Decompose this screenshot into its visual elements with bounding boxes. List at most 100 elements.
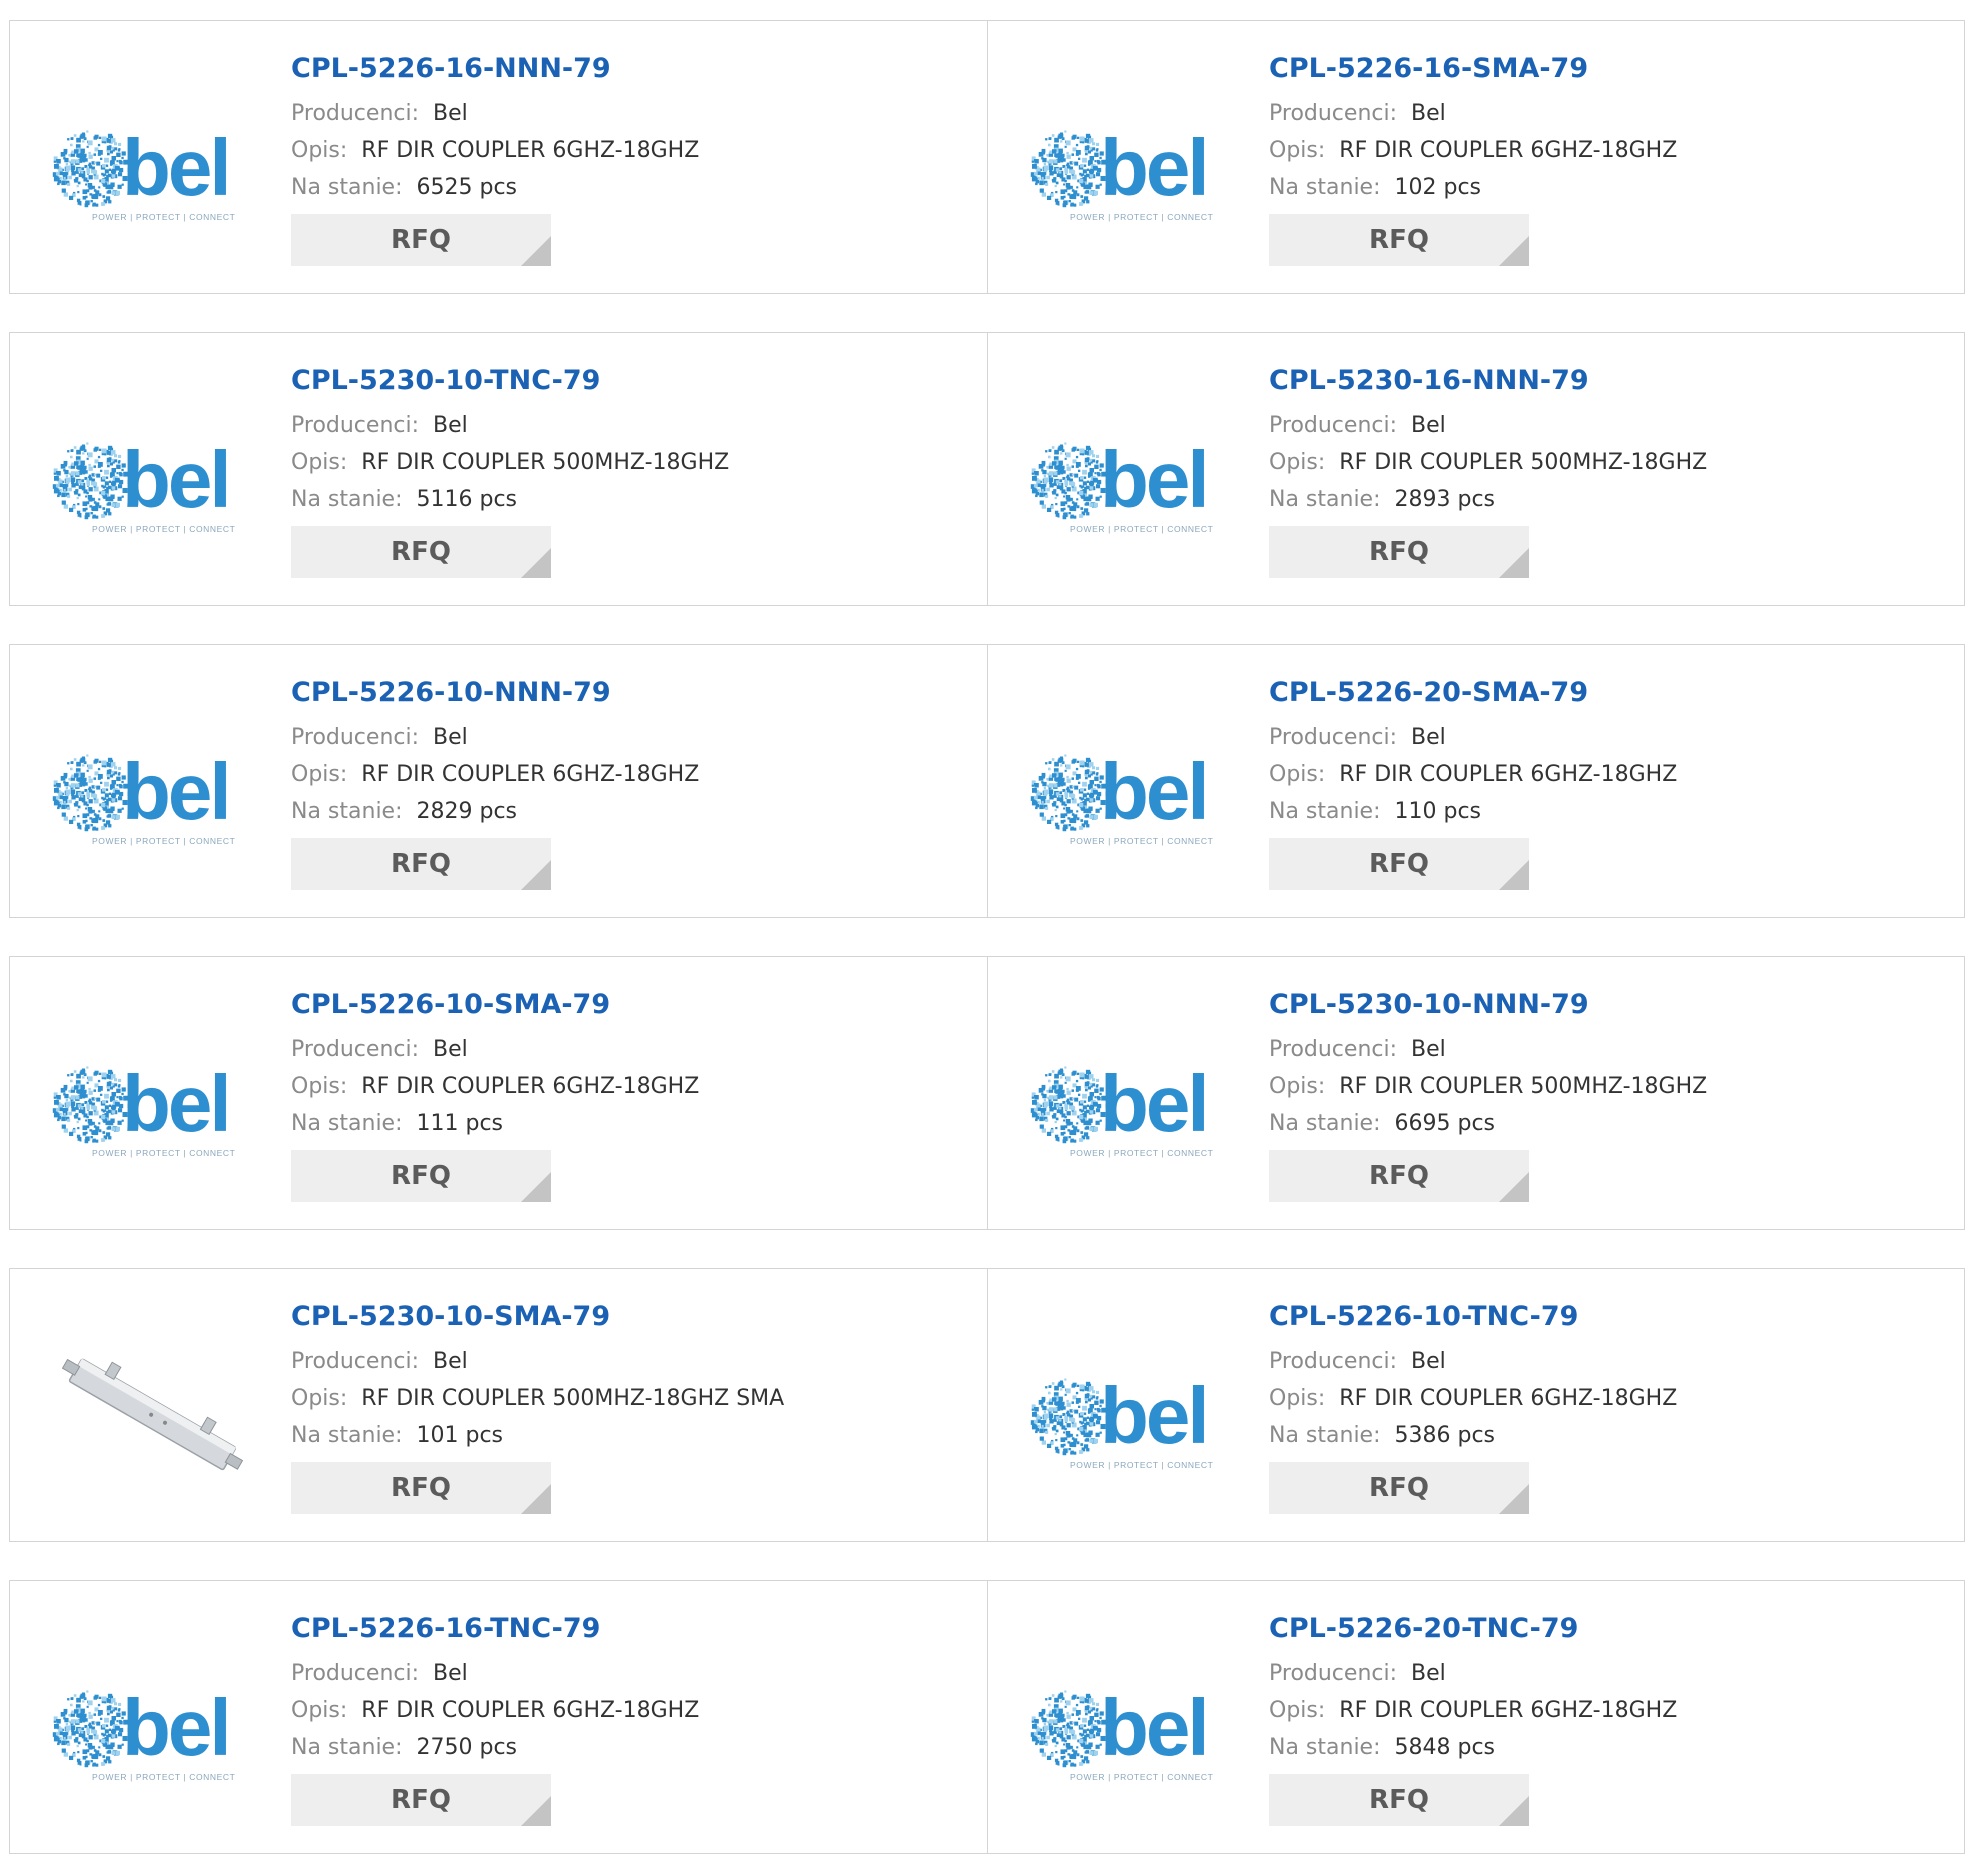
manufacturer-row: Producenci: Bel: [291, 1343, 971, 1380]
manufacturer-row: Producenci: Bel: [1269, 1031, 1949, 1068]
stock-value: 5386 pcs: [1394, 1423, 1496, 1448]
rfq-button[interactable]: RFQ: [1269, 1150, 1529, 1202]
bel-logo-image[interactable]: bel POWER | PROTECT | CONNECT: [50, 741, 252, 851]
product-part-number-link[interactable]: CPL-5226-10-SMA-79: [291, 989, 971, 1021]
description-label: Opis:: [291, 1386, 348, 1411]
bel-logo-image[interactable]: bel POWER | PROTECT | CONNECT: [1028, 1365, 1230, 1475]
manufacturer-value: Bel: [433, 413, 468, 438]
product-row: CPL-5230-10-SMA-79 Producenci: Bel Opis: R…: [9, 1268, 1965, 1542]
bel-logo-image[interactable]: bel POWER | PROTECT | CONNECT: [1028, 1053, 1230, 1163]
rfq-button[interactable]: RFQ: [291, 838, 551, 890]
bel-logo-image[interactable]: bel POWER | PROTECT | CONNECT: [1028, 117, 1230, 227]
stock-row: Na stanie: 2750 pcs: [291, 1729, 971, 1766]
stock-row: Na stanie: 6695 pcs: [1269, 1105, 1949, 1142]
svg-text:bel: bel: [122, 123, 229, 212]
rfq-button[interactable]: RFQ: [1269, 1774, 1529, 1826]
rfq-button-label: RFQ: [1369, 1473, 1429, 1503]
manufacturer-value: Bel: [433, 1349, 468, 1374]
product-part-number-link[interactable]: CPL-5226-10-NNN-79: [291, 677, 971, 709]
svg-text:bel: bel: [122, 747, 229, 836]
rfq-button-label: RFQ: [391, 1785, 451, 1815]
rfq-button[interactable]: RFQ: [1269, 214, 1529, 266]
stock-label: Na stanie:: [1269, 799, 1381, 824]
bel-logo-image[interactable]: bel POWER | PROTECT | CONNECT: [50, 1677, 252, 1787]
product-info: CPL-5226-16-SMA-79 Producenci: Bel Opis: R…: [1269, 53, 1949, 266]
description-value: RF DIR COUPLER 6GHZ-18GHZ: [361, 1074, 700, 1099]
description-label: Opis:: [291, 450, 348, 475]
bel-logo-image[interactable]: bel POWER | PROTECT | CONNECT: [1028, 429, 1230, 539]
product-part-number-link[interactable]: CPL-5226-20-TNC-79: [1269, 1613, 1949, 1645]
stock-row: Na stanie: 6525 pcs: [291, 169, 971, 206]
product-part-number-link[interactable]: CPL-5226-16-SMA-79: [1269, 53, 1949, 85]
description-row: Opis: RF DIR COUPLER 6GHZ-18GHZ: [291, 132, 971, 169]
stock-label: Na stanie:: [291, 799, 403, 824]
bel-logo-image[interactable]: bel POWER | PROTECT | CONNECT: [1028, 1677, 1230, 1787]
bel-logo-image[interactable]: bel POWER | PROTECT | CONNECT: [1028, 741, 1230, 851]
svg-text:POWER | PROTECT | CONNECT: POWER | PROTECT | CONNECT: [92, 836, 235, 846]
product-info: CPL-5226-16-TNC-79 Producenci: Bel Opis: R…: [291, 1613, 971, 1826]
svg-text:bel: bel: [1100, 1371, 1207, 1460]
stock-label: Na stanie:: [291, 1423, 403, 1448]
rfq-button-label: RFQ: [1369, 1161, 1429, 1191]
rfq-button[interactable]: RFQ: [291, 1462, 551, 1514]
manufacturer-value: Bel: [433, 1037, 468, 1062]
product-part-number-link[interactable]: CPL-5226-16-NNN-79: [291, 53, 971, 85]
product-part-number-link[interactable]: CPL-5230-10-SMA-79: [291, 1301, 971, 1333]
manufacturer-value: Bel: [433, 1661, 468, 1686]
rfq-button[interactable]: RFQ: [291, 214, 551, 266]
manufacturer-label: Producenci:: [1269, 725, 1398, 750]
rfq-button[interactable]: RFQ: [291, 1150, 551, 1202]
svg-text:bel: bel: [1100, 123, 1207, 212]
bel-logo-image[interactable]: bel POWER | PROTECT | CONNECT: [50, 117, 252, 227]
corner-triangle-icon: [1499, 1172, 1529, 1202]
product-part-number-link[interactable]: CPL-5226-16-TNC-79: [291, 1613, 971, 1645]
product-part-number-link[interactable]: CPL-5230-16-NNN-79: [1269, 365, 1949, 397]
svg-text:bel: bel: [122, 1059, 229, 1148]
manufacturer-value: Bel: [433, 101, 468, 126]
rfq-button-label: RFQ: [1369, 1785, 1429, 1815]
bel-logo-image[interactable]: bel POWER | PROTECT | CONNECT: [50, 1053, 252, 1163]
rfq-button-label: RFQ: [391, 1473, 451, 1503]
rfq-button-label: RFQ: [391, 537, 451, 567]
svg-text:POWER | PROTECT | CONNECT: POWER | PROTECT | CONNECT: [92, 1772, 235, 1782]
manufacturer-label: Producenci:: [291, 1349, 420, 1374]
rfq-button[interactable]: RFQ: [1269, 838, 1529, 890]
rfq-button[interactable]: RFQ: [291, 1774, 551, 1826]
product-info: CPL-5226-16-NNN-79 Producenci: Bel Opis: R…: [291, 53, 971, 266]
corner-triangle-icon: [521, 860, 551, 890]
manufacturer-value: Bel: [1411, 1037, 1446, 1062]
rfq-button[interactable]: RFQ: [291, 526, 551, 578]
corner-triangle-icon: [1499, 548, 1529, 578]
manufacturer-row: Producenci: Bel: [1269, 719, 1949, 756]
bel-logo-image[interactable]: bel POWER | PROTECT | CONNECT: [50, 429, 252, 539]
description-label: Opis:: [291, 1698, 348, 1723]
svg-text:POWER | PROTECT | CONNECT: POWER | PROTECT | CONNECT: [1070, 1460, 1213, 1470]
rfq-button[interactable]: RFQ: [1269, 526, 1529, 578]
product-part-number-link[interactable]: CPL-5230-10-NNN-79: [1269, 989, 1949, 1021]
manufacturer-row: Producenci: Bel: [1269, 95, 1949, 132]
product-part-number-link[interactable]: CPL-5226-20-SMA-79: [1269, 677, 1949, 709]
description-label: Opis:: [291, 138, 348, 163]
stock-value: 102 pcs: [1394, 175, 1482, 200]
manufacturer-row: Producenci: Bel: [291, 1655, 971, 1692]
description-row: Opis: RF DIR COUPLER 6GHZ-18GHZ: [291, 1068, 971, 1105]
product-part-number-link[interactable]: CPL-5226-10-TNC-79: [1269, 1301, 1949, 1333]
stock-value: 6525 pcs: [416, 175, 518, 200]
description-value: RF DIR COUPLER 500MHZ-18GHZ: [1339, 450, 1708, 475]
description-value: RF DIR COUPLER 500MHZ-18GHZ: [361, 450, 730, 475]
description-row: Opis: RF DIR COUPLER 500MHZ-18GHZ: [1269, 444, 1949, 481]
coupler-product-image[interactable]: [50, 1339, 252, 1494]
product-card: bel POWER | PROTECT | CONNECT CPL-5230-1…: [988, 957, 1965, 1229]
product-part-number-link[interactable]: CPL-5230-10-TNC-79: [291, 365, 971, 397]
svg-text:bel: bel: [1100, 435, 1207, 524]
stock-row: Na stanie: 2893 pcs: [1269, 481, 1949, 518]
product-info: CPL-5230-10-NNN-79 Producenci: Bel Opis: R…: [1269, 989, 1949, 1202]
stock-row: Na stanie: 5386 pcs: [1269, 1417, 1949, 1454]
svg-text:POWER | PROTECT | CONNECT: POWER | PROTECT | CONNECT: [92, 524, 235, 534]
rfq-button-label: RFQ: [1369, 849, 1429, 879]
product-card: bel POWER | PROTECT | CONNECT CPL-5226-1…: [10, 21, 988, 293]
rfq-button[interactable]: RFQ: [1269, 1462, 1529, 1514]
svg-text:bel: bel: [122, 435, 229, 524]
rfq-button-label: RFQ: [391, 1161, 451, 1191]
rfq-button-label: RFQ: [1369, 225, 1429, 255]
